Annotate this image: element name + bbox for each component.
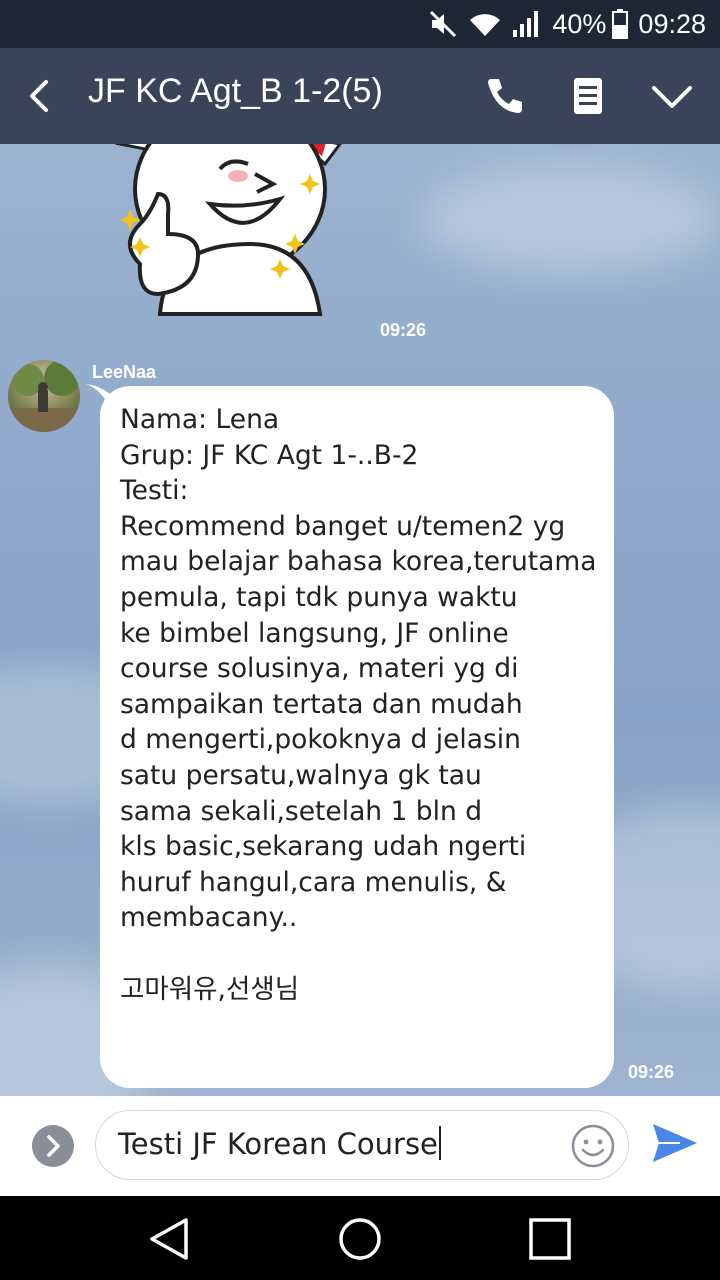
message-line: huruf hangul,cara menulis, &: [120, 866, 507, 898]
send-icon[interactable]: [650, 1118, 700, 1168]
message-input-text[interactable]: Testi JF Korean Course: [118, 1126, 441, 1161]
back-triangle-icon[interactable]: [146, 1216, 192, 1262]
sender-name: LeeNaa: [92, 362, 157, 382]
message-timestamp: 09:26: [628, 1062, 675, 1082]
avatar[interactable]: [8, 360, 80, 432]
message-line: ke bimbel langsung, JF online: [120, 617, 509, 649]
chevron-down-icon[interactable]: [650, 74, 694, 118]
home-circle-icon[interactable]: [337, 1216, 383, 1262]
back-icon[interactable]: [22, 78, 58, 114]
message-line: Grup: JF KC Agt 1-..B-2: [120, 439, 419, 471]
message-line: d mengerti,pokoknya d jelasin: [120, 724, 521, 756]
notes-icon[interactable]: [566, 74, 610, 118]
message-line: pemula, tapi tdk punya waktu: [120, 581, 518, 613]
system-nav-bar: [0, 1196, 720, 1280]
input-bar: Testi JF Korean Course: [0, 1096, 720, 1196]
chat-title: JF KC Agt_B 1-2(5): [88, 72, 383, 110]
message-line: course solusinya, materi yg di: [120, 653, 519, 685]
battery-icon: [612, 9, 629, 39]
message-line: sama sekali,setelah 1 bln d: [120, 795, 483, 827]
recents-square-icon[interactable]: [527, 1216, 573, 1262]
emoji-icon[interactable]: [570, 1123, 616, 1169]
message-line: sampaikan tertata dan mudah: [120, 688, 523, 720]
expand-icon[interactable]: [32, 1125, 74, 1167]
message-input-value: Testi JF Korean Course: [118, 1127, 438, 1161]
status-bar: 40% 09:28: [0, 0, 720, 48]
mute-icon: [430, 10, 457, 38]
message-line: 고마워유,선생님: [120, 973, 300, 1005]
message-line: Nama: Lena: [120, 404, 280, 435]
message-line: membacany..: [120, 902, 298, 934]
phone-icon[interactable]: [482, 74, 526, 118]
text-caret: [438, 1126, 441, 1160]
message-line: [120, 936, 594, 972]
message-line: Recommend banget u/temen2 yg: [120, 510, 566, 542]
battery-status: 40%: [552, 8, 629, 40]
status-time: 09:28: [638, 8, 706, 39]
message-line: mau belajar bahasa korea,terutama: [120, 546, 597, 578]
wifi-icon: [470, 14, 501, 36]
message-line: satu persatu,walnya gk tau: [120, 759, 482, 791]
sticker-timestamp: 09:26: [380, 320, 427, 340]
chat-area[interactable]: 09:26 LeeNaa Nama: Lena Grup: JF KC Agt …: [0, 144, 720, 1096]
chat-header: JF KC Agt_B 1-2(5): [0, 48, 720, 144]
message-input[interactable]: Testi JF Korean Course: [95, 1110, 629, 1180]
sticker-image[interactable]: [100, 144, 350, 334]
battery-percent: 40%: [552, 8, 607, 39]
message-line: kls basic,sekarang udah ngerti: [120, 831, 527, 863]
message-bubble[interactable]: Nama: Lena Grup: JF KC Agt 1-..B-2 Testi…: [100, 386, 614, 1088]
signal-icon: [513, 11, 539, 37]
message-line: Testi:: [120, 475, 189, 507]
